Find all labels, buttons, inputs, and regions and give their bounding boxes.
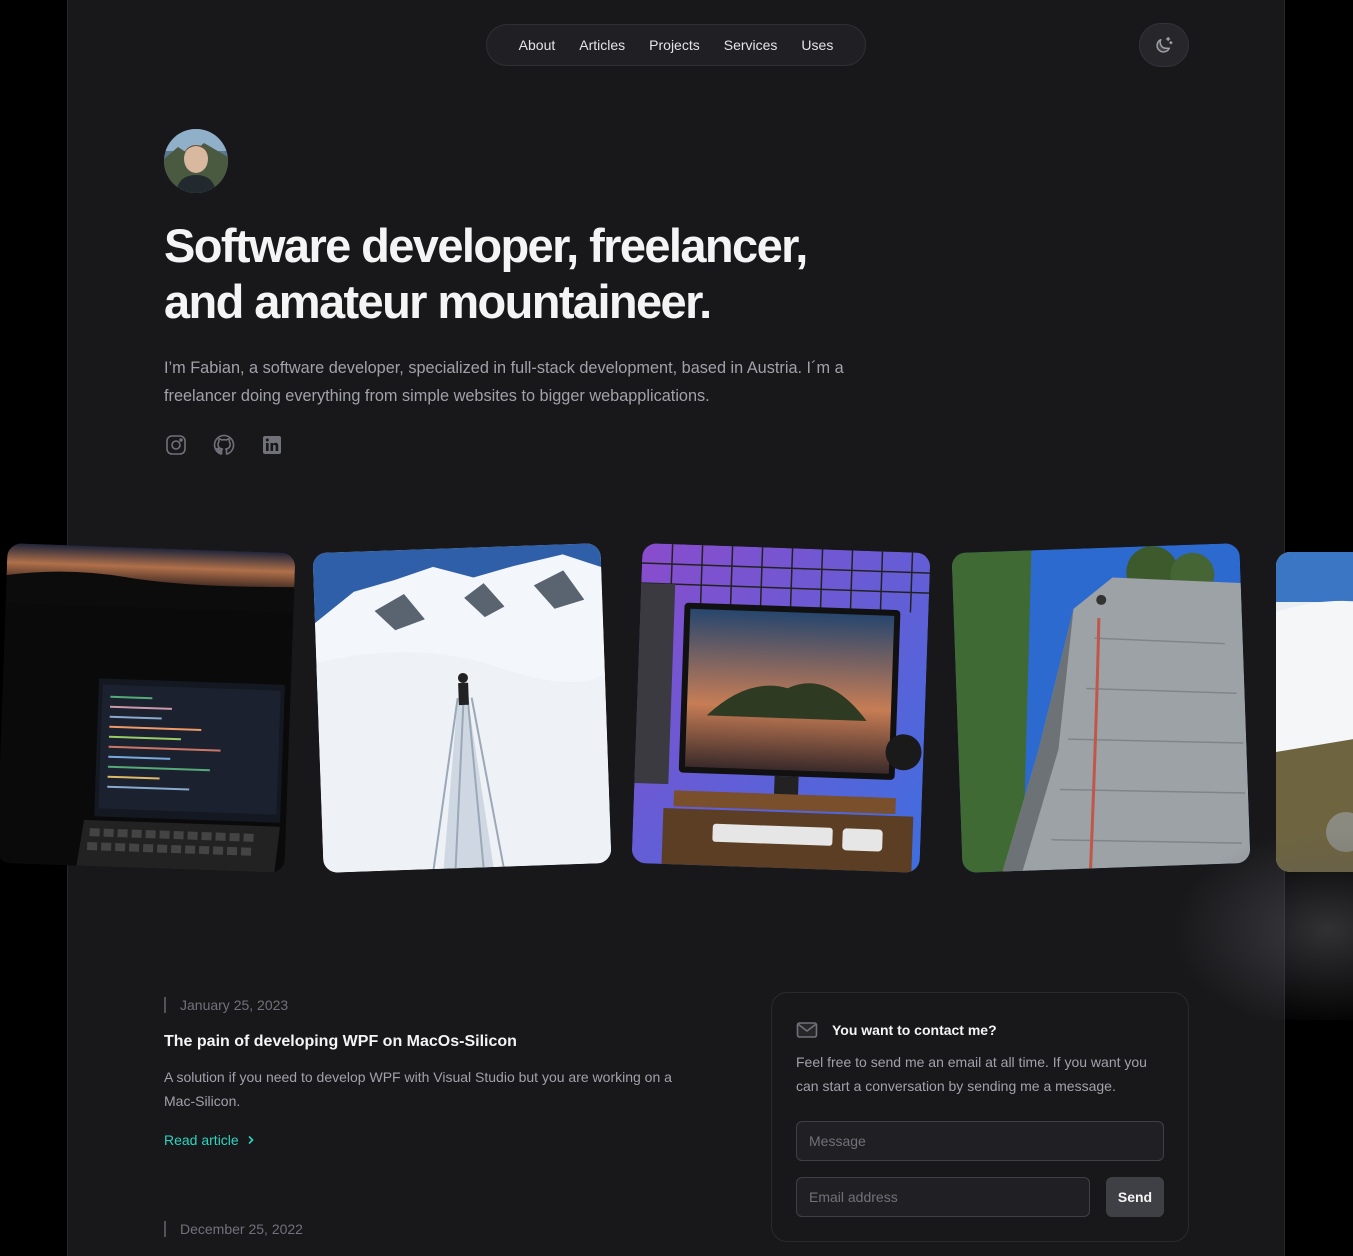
background-glow (1160, 820, 1353, 1020)
photo-desk-setup (631, 543, 931, 873)
contact-header: You want to contact me? (796, 1021, 997, 1039)
moon-sparkle-icon (1156, 36, 1173, 53)
photo-ski-touring (312, 543, 612, 873)
social-links (164, 433, 284, 457)
chevron-right-icon (248, 1136, 254, 1144)
mail-icon (796, 1022, 818, 1038)
nav-uses[interactable]: Uses (801, 37, 833, 53)
nav-projects[interactable]: Projects (649, 37, 700, 53)
linkedin-icon[interactable] (260, 433, 284, 457)
article-description: A solution if you need to develop WPF wi… (164, 1069, 672, 1109)
send-button[interactable]: Send (1106, 1177, 1164, 1217)
instagram-icon[interactable] (164, 433, 188, 457)
nav-about[interactable]: About (519, 37, 556, 53)
article-date: December 25, 2022 (164, 1221, 303, 1237)
main-nav: About Articles Projects Services Uses (486, 24, 866, 66)
read-article-link[interactable]: Read article (164, 1132, 255, 1148)
nav-articles[interactable]: Articles (579, 37, 625, 53)
contact-title: You want to contact me? (832, 1022, 997, 1038)
avatar (164, 129, 228, 193)
contact-text: Feel free to send me an email at all tim… (796, 1054, 1147, 1094)
read-article-label: Read article (164, 1132, 239, 1148)
hero-intro: I’m Fabian, a software developer, specia… (164, 359, 844, 405)
theme-toggle-button[interactable] (1139, 23, 1189, 67)
contact-card: You want to contact me? Feel free to sen… (771, 992, 1189, 1242)
email-input[interactable] (796, 1177, 1090, 1217)
nav-services[interactable]: Services (724, 37, 778, 53)
github-icon[interactable] (212, 433, 236, 457)
photo-laptop (0, 543, 296, 873)
article-date: January 25, 2023 (164, 997, 288, 1013)
message-input[interactable] (796, 1121, 1164, 1161)
hero-headline: Software developer, freelancer, and amat… (164, 219, 808, 328)
article-title[interactable]: The pain of developing WPF on MacOs-Sili… (164, 1033, 517, 1051)
